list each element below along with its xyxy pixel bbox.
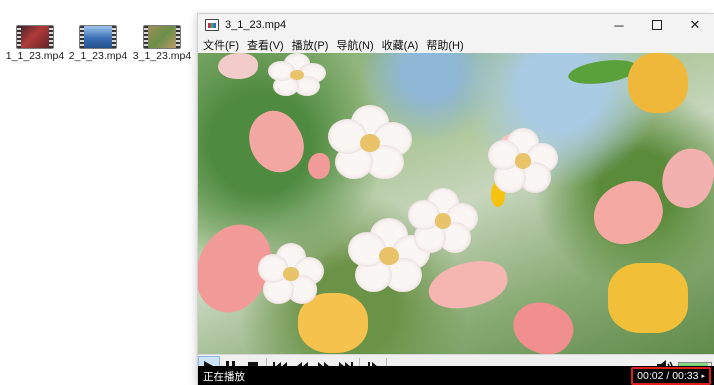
petal [218, 53, 258, 79]
maximize-button[interactable] [638, 14, 676, 36]
video-thumbnail-icon [79, 25, 117, 49]
menu-play[interactable]: 播放(P) [292, 37, 329, 53]
file-name: 2_1_23.mp4 [68, 50, 128, 62]
petal [656, 142, 714, 214]
video-display[interactable] [198, 53, 714, 354]
chevron-right-icon: ▸ [701, 373, 705, 380]
file-name: 1_1_23.mp4 [5, 50, 65, 62]
close-button[interactable]: ✕ [676, 14, 714, 36]
status-text: 正在播放 [203, 370, 245, 383]
desktop-file-2[interactable]: 2_1_23.mp4 [67, 25, 129, 62]
time-display: 00:02 / 00:33 ▸ [631, 367, 711, 385]
petal [237, 102, 315, 182]
window-controls: ─ ✕ [600, 14, 714, 36]
menu-navigate[interactable]: 导航(N) [336, 37, 373, 53]
flower [328, 105, 412, 181]
desktop-file-1[interactable]: 1_1_23.mp4 [4, 25, 66, 62]
menu-bar: 文件(F) 查看(V) 播放(P) 导航(N) 收藏(A) 帮助(H) [198, 36, 714, 53]
desktop-file-3[interactable]: 3_1_23.mp4 [131, 25, 193, 62]
title-bar[interactable]: 3_1_23.mp4 ─ ✕ [198, 14, 714, 36]
flower [258, 243, 324, 305]
file-name: 3_1_23.mp4 [132, 50, 192, 62]
menu-favorites[interactable]: 收藏(A) [382, 37, 419, 53]
video-thumbnail-icon [143, 25, 181, 49]
time-readout: 00:02 / 00:33 [637, 370, 699, 382]
flower [488, 128, 558, 194]
petal [308, 153, 330, 179]
film-clapper-icon [205, 19, 219, 31]
menu-help[interactable]: 帮助(H) [426, 37, 463, 53]
petal [424, 255, 512, 315]
status-bar: 正在播放 00:02 / 00:33 ▸ [198, 366, 714, 385]
media-player-window: 3_1_23.mp4 ─ ✕ 文件(F) 查看(V) 播放(P) 导航(N) 收… [197, 13, 714, 385]
menu-file[interactable]: 文件(F) [203, 37, 239, 53]
video-thumbnail-icon [16, 25, 54, 49]
minimize-button[interactable]: ─ [600, 14, 638, 36]
flower [268, 53, 326, 97]
petal [628, 53, 688, 113]
window-title: 3_1_23.mp4 [225, 19, 287, 31]
flower [408, 188, 478, 254]
petal [584, 172, 672, 254]
petal [608, 263, 688, 333]
menu-view[interactable]: 查看(V) [247, 37, 284, 53]
maximize-icon [652, 20, 662, 30]
petal [505, 292, 581, 354]
